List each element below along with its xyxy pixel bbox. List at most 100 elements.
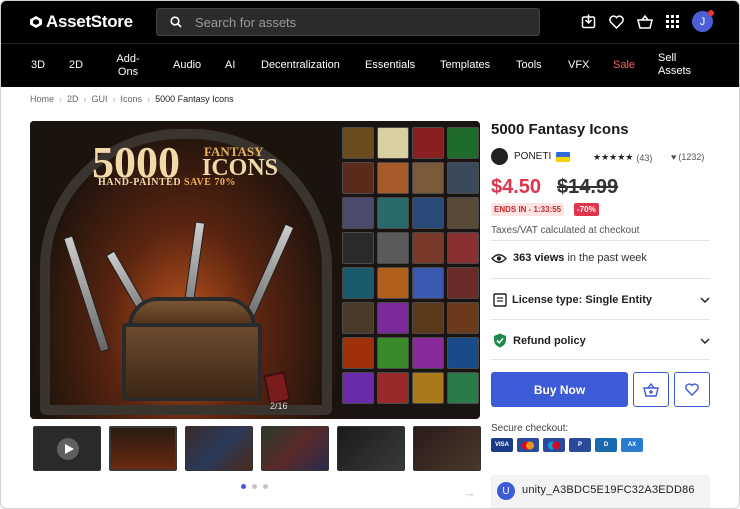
icon-tile (447, 337, 479, 369)
license-accordion[interactable]: License type: Single Entity (493, 293, 710, 307)
diners-club-icon: D (595, 438, 617, 452)
favorites-count: (1232) (678, 152, 705, 162)
icon-tile (377, 267, 409, 299)
icon-tile (342, 302, 374, 334)
favorite-button[interactable] (674, 372, 710, 407)
icon-tile (447, 162, 479, 194)
chevron-right-icon: › (147, 94, 151, 104)
shield-check-icon (494, 333, 506, 348)
thumbnail-6[interactable] (413, 426, 481, 471)
favorites[interactable]: ♥ (1232) (671, 152, 704, 162)
thumbnail-video[interactable] (33, 426, 101, 471)
nav-item-sale[interactable]: Sale (613, 59, 635, 72)
views-count: 363 views (513, 252, 565, 264)
secure-checkout-label: Secure checkout: (491, 423, 569, 434)
icon-tile (377, 302, 409, 334)
icon-tile (412, 127, 444, 159)
coupon-box[interactable]: U unity_A3BDC5E19FC32A3EDD86 (491, 475, 710, 508)
treasure-chest-illustration (122, 323, 262, 401)
download-icon[interactable] (580, 13, 597, 30)
apps-grid-icon[interactable] (664, 13, 681, 30)
icon-preview-grid (342, 127, 479, 415)
icon-tile (412, 197, 444, 229)
views-suffix: in the past week (567, 252, 647, 264)
thumbnail-5[interactable] (337, 426, 405, 471)
divider (491, 319, 710, 320)
breadcrumb-icons[interactable]: Icons (121, 94, 143, 104)
license-icon (493, 293, 507, 307)
icon-tile (447, 127, 479, 159)
icon-tile (412, 232, 444, 264)
vat-note: Taxes/VAT calculated at checkout (491, 225, 640, 236)
assetstore-logo[interactable]: AssetStore (29, 12, 133, 32)
divider (491, 240, 710, 241)
icon-tile (412, 162, 444, 194)
icon-tile (342, 162, 374, 194)
search-input[interactable] (195, 14, 515, 30)
icon-tile (342, 337, 374, 369)
nav-item-templates[interactable]: Templates (440, 59, 490, 72)
icon-tile (377, 337, 409, 369)
nav-item-tools[interactable]: Tools (516, 59, 542, 72)
nav-item-add-ons[interactable]: Add-Ons (115, 53, 141, 79)
ukraine-flag-icon (556, 151, 571, 162)
refund-accordion[interactable]: Refund policy (493, 333, 710, 348)
search-bar[interactable] (156, 8, 540, 36)
carousel-dot[interactable] (263, 484, 268, 489)
breadcrumb-2d[interactable]: 2D (67, 94, 79, 104)
heart-icon[interactable] (608, 13, 625, 30)
nav-item-ai[interactable]: AI (225, 59, 235, 72)
thumbnail-3[interactable] (185, 426, 253, 471)
cart-plus-icon (643, 382, 659, 397)
hero-subtitle-text: HAND-PAINTED (98, 177, 182, 188)
category-nav: 3D 2D Add-Ons Audio AI Decentralization … (1, 43, 739, 87)
discount-badge: -70% (574, 203, 599, 216)
breadcrumb-gui[interactable]: GUI (92, 94, 108, 104)
chevron-down-icon (700, 337, 710, 344)
views-row: 363 views in the past week (491, 252, 647, 264)
publisher-avatar (491, 148, 508, 165)
carousel-dot[interactable] (252, 484, 257, 489)
sale-countdown: ENDS IN - 1:33:55 (491, 203, 565, 216)
chevron-right-icon: › (83, 94, 87, 104)
paypal-icon: P (569, 438, 591, 452)
hero-artwork: 5000 FANTASY ICONS HAND-PAINTED SAVE 70%… (30, 121, 340, 419)
carousel-dot[interactable] (241, 484, 246, 489)
nav-item-3d[interactable]: 3D (31, 59, 45, 72)
eye-icon (491, 253, 507, 263)
icon-tile (447, 372, 479, 404)
icon-tile (342, 372, 374, 404)
hero-save-text: SAVE 70% (184, 177, 236, 188)
icon-tile (342, 232, 374, 264)
nav-item-sell-assets[interactable]: Sell Assets (658, 52, 696, 78)
top-bar: AssetStore J (1, 1, 739, 43)
publisher-name[interactable]: PONETI (514, 151, 551, 162)
nav-item-decentralization[interactable]: Decentralization (261, 59, 340, 72)
product-hero-image[interactable]: 5000 FANTASY ICONS HAND-PAINTED SAVE 70%… (30, 121, 480, 419)
add-to-cart-button[interactable] (633, 372, 669, 407)
buy-now-button[interactable]: Buy Now (491, 372, 628, 407)
chevron-right-icon: › (112, 94, 116, 104)
publisher-row[interactable]: PONETI (491, 148, 571, 165)
rating[interactable]: ★★★★★ (43) (593, 152, 652, 163)
nav-item-vfx[interactable]: VFX (568, 59, 589, 72)
thumbnail-4[interactable] (261, 426, 329, 471)
icon-tile (377, 372, 409, 404)
chevron-right-icon: › (59, 94, 63, 104)
nav-item-essentials[interactable]: Essentials (365, 59, 415, 72)
hero-subtitle: HAND-PAINTED SAVE 70% (98, 177, 236, 188)
icon-tile (377, 162, 409, 194)
user-avatar[interactable]: J (692, 10, 714, 32)
arrow-right-icon[interactable]: → (463, 485, 476, 500)
cart-icon[interactable] (636, 13, 653, 30)
nav-item-audio[interactable]: Audio (173, 59, 201, 72)
original-price: $14.99 (557, 176, 619, 198)
thumbnail-2[interactable] (109, 426, 177, 471)
icon-tile (412, 337, 444, 369)
product-title: 5000 Fantasy Icons (491, 121, 629, 138)
breadcrumb-home[interactable]: Home (30, 94, 54, 104)
avatar-initial: J (699, 15, 706, 28)
nav-item-2d[interactable]: 2D (69, 59, 83, 72)
coupon-code: unity_A3BDC5E19FC32A3EDD86 (522, 484, 695, 496)
play-icon (57, 438, 79, 460)
